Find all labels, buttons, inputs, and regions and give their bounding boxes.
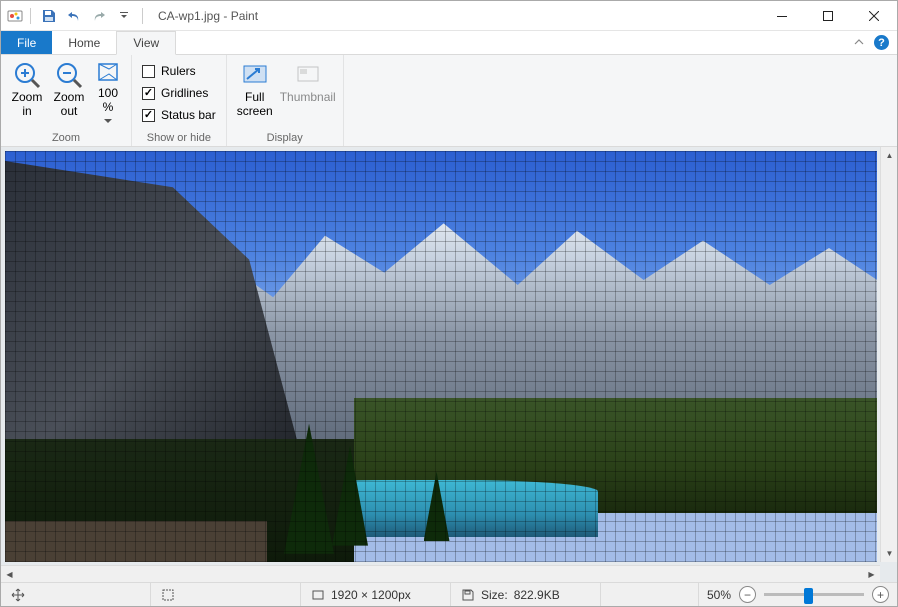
paint-app-icon [7, 8, 23, 24]
zoom-in-button[interactable]: Zoom in [7, 57, 47, 119]
zoom-plus-button[interactable]: + [872, 586, 889, 603]
zoom-out-label: Zoom out [54, 91, 85, 119]
statusbar-label: Status bar [161, 108, 216, 122]
size-label: Size: [481, 588, 508, 602]
dimensions-value: 1920 × 1200px [331, 588, 411, 602]
close-button[interactable] [851, 1, 897, 31]
customize-qat-button[interactable] [113, 5, 135, 27]
checkbox-icon [142, 65, 155, 78]
scroll-down-button[interactable]: ▼ [881, 545, 897, 562]
size-value: 822.9KB [514, 588, 560, 602]
zoom-controls: 50% − + [698, 583, 897, 606]
zoom-100-button[interactable]: 100 % [91, 57, 125, 123]
cursor-position-cell [1, 583, 151, 606]
save-button[interactable] [38, 5, 60, 27]
thumbnail-button: Thumbnail [279, 57, 337, 105]
image-canvas[interactable] [5, 151, 877, 562]
window-title: CA-wp1.jpg - Paint [158, 9, 258, 23]
gridlines-checkbox[interactable]: Gridlines [138, 83, 212, 103]
minimize-button[interactable] [759, 1, 805, 31]
group-label-display: Display [233, 130, 337, 146]
collapse-ribbon-button[interactable] [854, 38, 864, 48]
scroll-track[interactable] [881, 164, 897, 545]
redo-button[interactable] [88, 5, 110, 27]
statusbar: 1920 × 1200px Size: 822.9KB 50% − + [1, 582, 897, 606]
thumbnail-label: Thumbnail [280, 91, 336, 105]
quick-access-toolbar: CA-wp1.jpg - Paint [1, 5, 258, 27]
window-controls [759, 1, 897, 31]
zoom-out-button[interactable]: Zoom out [49, 57, 89, 119]
vertical-scrollbar[interactable]: ▲ ▼ [880, 147, 897, 562]
ribbon-group-show-hide: Rulers Gridlines Status bar Show or hide [132, 55, 227, 146]
dimensions-icon [311, 588, 325, 602]
zoom-minus-button[interactable]: − [739, 586, 756, 603]
zoom-slider[interactable] [764, 593, 864, 596]
file-size-cell: Size: 822.9KB [451, 583, 601, 606]
group-label-zoom: Zoom [7, 130, 125, 146]
help-button[interactable]: ? [874, 35, 889, 50]
statusbar-checkbox[interactable]: Status bar [138, 105, 220, 125]
ribbon-tabstrip: File Home View ? [1, 31, 897, 55]
tab-view[interactable]: View [116, 31, 176, 55]
scroll-right-button[interactable]: ▶ [863, 566, 880, 582]
full-screen-label: Full screen [237, 91, 273, 119]
scroll-left-button[interactable]: ◀ [1, 566, 18, 582]
tab-file[interactable]: File [1, 31, 52, 54]
image-content [5, 151, 877, 562]
group-label-show-hide: Show or hide [138, 130, 220, 146]
separator [142, 8, 143, 24]
ribbon: Zoom in Zoom out 100 % Zoom Rulers Gridl… [1, 55, 897, 147]
maximize-button[interactable] [805, 1, 851, 31]
titlebar: CA-wp1.jpg - Paint [1, 1, 897, 31]
disk-icon [461, 588, 475, 602]
full-screen-button[interactable]: Full screen [233, 57, 277, 119]
selection-size-cell [151, 583, 301, 606]
selection-size-icon [161, 588, 175, 602]
gridlines-label: Gridlines [161, 86, 208, 100]
ribbon-group-display: Full screen Thumbnail Display [227, 55, 344, 146]
scroll-up-button[interactable]: ▲ [881, 147, 897, 164]
checkbox-icon [142, 109, 155, 122]
scroll-track[interactable] [18, 566, 863, 582]
zoom-percentage: 50% [707, 588, 731, 602]
canvas-area: ▲ ▼ ◀ ▶ [1, 147, 897, 582]
rulers-checkbox[interactable]: Rulers [138, 61, 200, 81]
tab-home[interactable]: Home [52, 31, 116, 54]
checkbox-icon [142, 87, 155, 100]
separator [30, 8, 31, 24]
horizontal-scrollbar[interactable]: ◀ ▶ [1, 565, 880, 582]
undo-button[interactable] [63, 5, 85, 27]
zoom-100-label: 100 % [98, 87, 118, 115]
image-dimensions-cell: 1920 × 1200px [301, 583, 451, 606]
ribbon-group-zoom: Zoom in Zoom out 100 % Zoom [1, 55, 132, 146]
cursor-position-icon [11, 588, 25, 602]
zoom-in-label: Zoom in [12, 91, 43, 119]
rulers-label: Rulers [161, 64, 196, 78]
zoom-slider-thumb[interactable] [804, 588, 813, 604]
